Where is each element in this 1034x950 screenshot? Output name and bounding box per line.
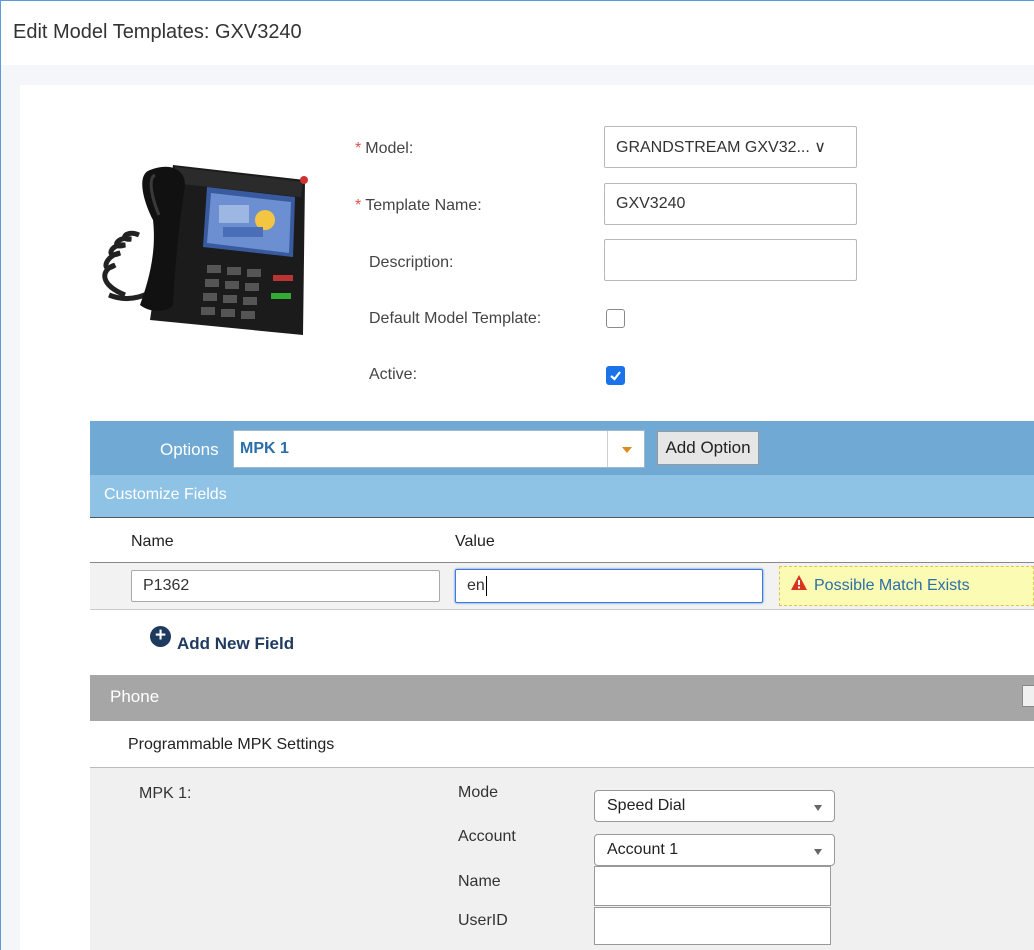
field-value-input[interactable]: en	[455, 569, 763, 603]
options-dropdown-toggle[interactable]	[607, 431, 644, 467]
phone-image	[102, 165, 308, 335]
mpk-settings-header: Programmable MPK Settings	[128, 736, 335, 753]
mpk-name-input[interactable]	[594, 866, 831, 906]
active-checkbox[interactable]	[606, 366, 625, 385]
mode-select[interactable]: Speed Dial	[594, 790, 835, 822]
phone-section-bar[interactable]	[90, 675, 1034, 721]
collapse-toggle-icon[interactable]	[1022, 685, 1034, 707]
mpk-userid-input[interactable]	[594, 907, 831, 945]
dropdown-arrow-icon	[814, 805, 822, 811]
model-label: * Model:	[355, 140, 414, 157]
template-name-label: * Template Name:	[355, 197, 482, 214]
required-mark: *	[355, 197, 362, 214]
default-template-label: Default Model Template:	[369, 310, 542, 327]
customize-fields-bar	[90, 475, 1034, 517]
default-template-checkbox[interactable]	[606, 309, 625, 328]
warning-icon	[791, 575, 807, 590]
options-selected-value: MPK 1	[240, 440, 289, 457]
description-input[interactable]	[604, 239, 857, 281]
column-header-value: Value	[455, 533, 495, 550]
add-option-button[interactable]: Add Option	[657, 431, 759, 465]
check-icon	[610, 371, 621, 381]
column-header-name: Name	[131, 533, 174, 550]
caret-down-icon	[622, 447, 632, 453]
mpk-label: MPK 1:	[139, 785, 192, 802]
phone-section-header: Phone	[110, 687, 160, 706]
options-label: Options	[160, 440, 219, 459]
page-title: Edit Model Templates: GXV3240	[13, 21, 302, 43]
active-label: Active:	[369, 366, 418, 383]
mode-label: Mode	[458, 784, 499, 801]
divider	[90, 517, 1034, 518]
description-label: Description:	[369, 254, 454, 271]
add-circle-icon[interactable]: +	[150, 626, 171, 647]
mpk-settings-area	[90, 767, 1034, 950]
model-select[interactable]: GRANDSTREAM GXV32... ∨	[604, 126, 857, 168]
field-name-input[interactable]: P1362	[131, 570, 440, 602]
dropdown-arrow-icon	[814, 849, 822, 855]
add-new-field-link[interactable]: Add New Field	[177, 634, 294, 654]
text-cursor	[485, 576, 487, 596]
account-label: Account	[458, 828, 516, 845]
required-mark: *	[355, 140, 362, 157]
customize-fields-header: Customize Fields	[104, 486, 227, 503]
name-label: Name	[458, 873, 501, 890]
possible-match-text[interactable]: Possible Match Exists	[814, 577, 970, 595]
account-select[interactable]: Account 1	[594, 834, 835, 866]
template-name-input[interactable]: GXV3240	[604, 183, 857, 225]
options-select[interactable]: MPK 1	[233, 430, 645, 468]
title-bar: Edit Model Templates: GXV3240	[1, 1, 1034, 65]
userid-label: UserID	[458, 912, 508, 929]
